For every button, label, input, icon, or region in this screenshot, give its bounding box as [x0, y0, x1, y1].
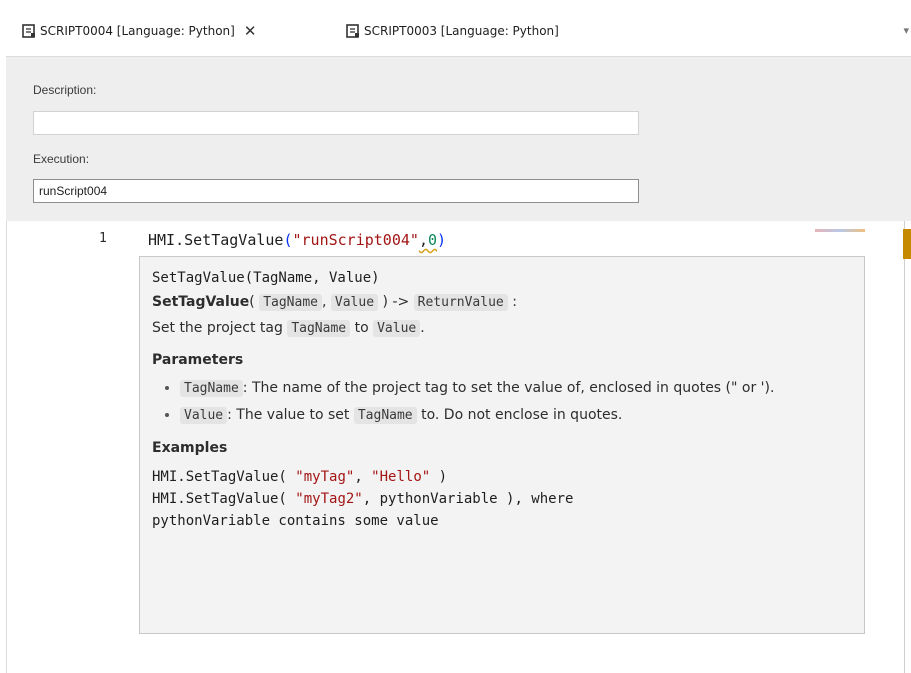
signature-param: Value: [330, 294, 379, 311]
example-line: pythonVariable contains some value: [152, 510, 852, 532]
signature-help-popup: SetTagValue(TagName, Value) SetTagValue(…: [139, 256, 865, 634]
tab-label: SCRIPT0003 [Language: Python]: [364, 24, 559, 38]
description-text: Set the project tag: [152, 320, 283, 336]
close-tab-icon[interactable]: ✕: [244, 24, 257, 39]
param-name: Value: [180, 407, 228, 424]
signature-paren: (: [249, 294, 255, 310]
param-name: TagName: [180, 380, 243, 397]
example-code: ,: [354, 469, 372, 485]
description-param: Value: [373, 320, 421, 337]
code-paren: ): [437, 231, 447, 249]
code-line[interactable]: HMI.SetTagValue("runScript004",0): [148, 231, 446, 249]
editor-scrollbar-track[interactable]: [904, 221, 905, 673]
tab-script0004[interactable]: SCRIPT0004 [Language: Python] ✕: [22, 21, 256, 41]
example-string: "myTag": [295, 469, 355, 485]
example-line: HMI.SetTagValue( "myTag2", pythonVariabl…: [152, 488, 852, 510]
code-number-arg: 0: [427, 231, 437, 249]
code-function: HMI.SetTagValue: [148, 231, 284, 249]
editor-tab-bar: SCRIPT0004 [Language: Python] ✕ SCRIPT00…: [0, 0, 911, 56]
example-code: ): [430, 469, 448, 485]
execution-label: Execution:: [33, 152, 90, 166]
signature-detail: SetTagValue( TagName, Value ) -> ReturnV…: [152, 291, 852, 314]
signature-colon: :: [512, 294, 517, 310]
signature-arrow: ) ->: [382, 294, 410, 310]
signature-header: SetTagValue(TagName, Value): [152, 270, 380, 286]
execution-field[interactable]: runScript004: [33, 179, 639, 203]
example-code: HMI.SetTagValue(: [152, 469, 296, 485]
line-number: 1: [99, 231, 107, 246]
tab-list-dropdown-icon[interactable]: ▾: [903, 24, 909, 37]
script-document-icon: [346, 24, 359, 38]
description-label: Description:: [33, 83, 97, 97]
overview-ruler-marker: [903, 229, 911, 259]
minimap-indicator: [815, 229, 865, 232]
function-description: Set the project tag TagName to Value.: [152, 317, 852, 340]
description-field[interactable]: [33, 111, 639, 135]
examples-heading: Examples: [152, 440, 228, 456]
description-text: .: [420, 320, 425, 336]
param-reference: TagName: [353, 407, 417, 424]
description-param: TagName: [287, 320, 351, 337]
signature-separator: ,: [321, 294, 327, 310]
example-code: , pythonVariable ), where: [362, 491, 574, 507]
example-line: HMI.SetTagValue( "myTag", "Hello" ): [152, 466, 852, 488]
signature-return: ReturnValue: [413, 294, 508, 311]
code-string-arg: "runScript004": [292, 231, 419, 249]
parameters-list: TagName: The name of the project tag to …: [152, 376, 852, 428]
example-string: "myTag2": [295, 491, 363, 507]
signature-function-name: SetTagValue: [152, 294, 250, 310]
example-string: "Hello": [371, 469, 431, 485]
script-document-icon: [22, 24, 35, 38]
list-item: TagName: The name of the project tag to …: [180, 376, 852, 401]
example-code: pythonVariable contains some value: [152, 513, 439, 529]
parameters-heading: Parameters: [152, 352, 244, 368]
example-code: HMI.SetTagValue(: [152, 491, 296, 507]
code-paren: (: [283, 231, 293, 249]
param-description: to. Do not enclose in quotes.: [421, 407, 623, 423]
tab-script0003[interactable]: SCRIPT0003 [Language: Python]: [346, 21, 559, 41]
tab-label: SCRIPT0004 [Language: Python]: [40, 24, 235, 38]
examples-block: HMI.SetTagValue( "myTag", "Hello" ) HMI.…: [152, 466, 852, 532]
param-description: : The name of the project tag to set the…: [242, 380, 775, 396]
signature-param: TagName: [259, 294, 322, 311]
code-comma: ,: [418, 231, 428, 249]
description-text: to: [354, 320, 369, 336]
param-description: : The value to set: [227, 407, 350, 423]
list-item: Value: The value to set TagName to. Do n…: [180, 403, 852, 428]
script-properties-panel: Description: Execution: runScript004: [6, 56, 911, 221]
